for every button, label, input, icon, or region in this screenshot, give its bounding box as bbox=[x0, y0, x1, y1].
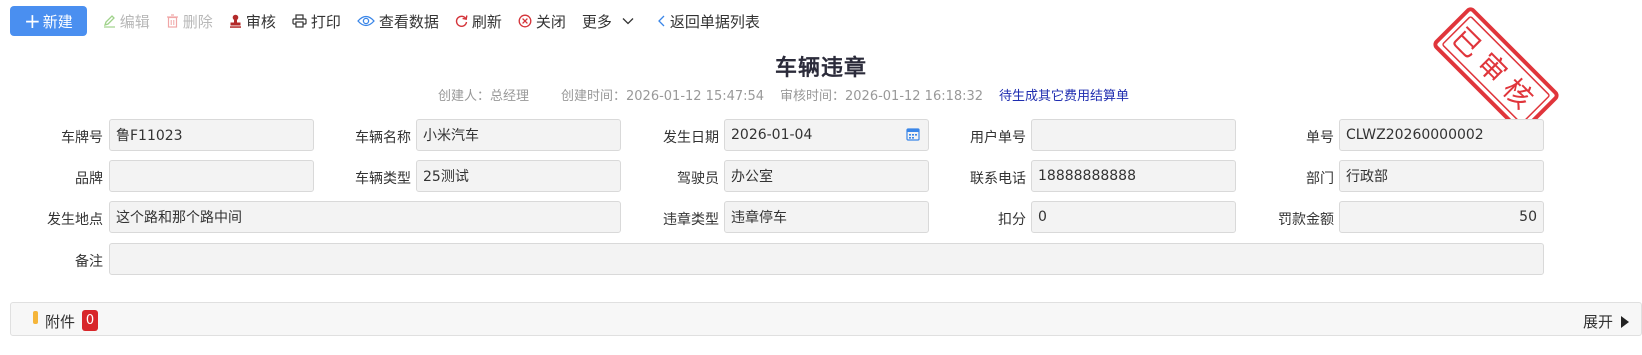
eye-icon bbox=[356, 15, 375, 27]
user-no-field[interactable] bbox=[1031, 119, 1236, 151]
refresh-icon bbox=[455, 14, 468, 28]
attachments-marker bbox=[33, 311, 38, 324]
plate-field[interactable]: 鲁F11023 bbox=[109, 119, 314, 151]
plus-icon: + bbox=[24, 9, 41, 33]
violation-type-label: 违章类型 bbox=[663, 212, 719, 228]
pending-status-link[interactable]: 待生成其它费用结算单 bbox=[999, 85, 1129, 104]
close-button-label: 关闭 bbox=[535, 12, 566, 31]
back-to-list-link[interactable]: 返回单据列表 bbox=[656, 11, 760, 32]
vehicle-name-field[interactable]: 小米汽车 bbox=[416, 119, 621, 151]
trash-icon bbox=[166, 14, 179, 28]
arrow-left-icon bbox=[656, 15, 666, 27]
remark-label: 备注 bbox=[75, 254, 103, 270]
attachments-label: 附件 bbox=[45, 313, 76, 331]
doc-no-label: 单号 bbox=[1306, 130, 1334, 146]
location-field[interactable]: 这个路和那个路中间 bbox=[109, 201, 621, 233]
back-to-list-label: 返回单据列表 bbox=[669, 12, 760, 31]
more-dropdown[interactable]: 更多 bbox=[582, 11, 634, 32]
chevron-down-icon bbox=[622, 17, 634, 25]
points-label: 扣分 bbox=[998, 212, 1026, 228]
vehicle-type-field[interactable]: 25测试 bbox=[416, 160, 621, 192]
print-button-label: 打印 bbox=[310, 12, 341, 31]
expand-label: 展开 bbox=[1582, 313, 1613, 331]
refresh-button-label: 刷新 bbox=[471, 12, 502, 31]
created-time: 创建时间：2026-01-12 15:47:54 bbox=[561, 89, 765, 104]
phone-label: 联系电话 bbox=[970, 171, 1026, 187]
vehicle-type-label: 车辆类型 bbox=[355, 171, 411, 187]
date-field[interactable]: 2026-01-04 bbox=[724, 119, 929, 151]
new-button-label: 新建 bbox=[42, 12, 73, 31]
phone-field[interactable]: 18888888888 bbox=[1031, 160, 1236, 192]
edit-icon bbox=[103, 14, 116, 28]
view-data-button[interactable]: 查看数据 bbox=[356, 11, 439, 32]
audit-button-label: 审核 bbox=[245, 12, 276, 31]
more-dropdown-label: 更多 bbox=[581, 12, 612, 31]
page-title: 车辆违章 bbox=[774, 56, 867, 81]
view-data-button-label: 查看数据 bbox=[378, 12, 439, 31]
audit-button[interactable]: 审核 bbox=[229, 11, 276, 32]
attachments-count-badge: 0 bbox=[82, 310, 98, 331]
department-label: 部门 bbox=[1306, 171, 1334, 187]
doc-no-field[interactable]: CLWZ20260000002 bbox=[1339, 119, 1544, 151]
violation-type-field[interactable]: 违章停车 bbox=[724, 201, 929, 233]
printer-icon bbox=[292, 14, 307, 28]
fine-field[interactable]: 50 bbox=[1339, 201, 1544, 233]
refresh-button[interactable]: 刷新 bbox=[455, 11, 502, 32]
points-field[interactable]: 0 bbox=[1031, 201, 1236, 233]
print-button[interactable]: 打印 bbox=[292, 11, 341, 32]
plate-label: 车牌号 bbox=[61, 130, 103, 146]
toolbar: + 新建 编辑 删除 审核 打印 查看数据 刷新 关闭 更多 返回单据列表 bbox=[10, 6, 760, 36]
user-no-label: 用户单号 bbox=[970, 130, 1026, 146]
caret-right-icon bbox=[1621, 315, 1629, 328]
brand-field[interactable] bbox=[109, 160, 314, 192]
vehicle-name-label: 车辆名称 bbox=[355, 130, 411, 146]
creator-info: 创建人：总经理 bbox=[438, 89, 530, 104]
delete-button-label: 删除 bbox=[182, 12, 213, 31]
driver-label: 驾驶员 bbox=[677, 171, 719, 187]
date-value: 2026-01-04 bbox=[731, 127, 813, 143]
close-circle-icon bbox=[518, 14, 532, 28]
remark-field[interactable] bbox=[109, 243, 1544, 275]
stamp-icon bbox=[229, 14, 242, 28]
audit-time: 审核时间：2026-01-12 16:18:32 bbox=[780, 89, 984, 104]
close-button[interactable]: 关闭 bbox=[518, 11, 566, 32]
expand-toggle[interactable]: 展开 bbox=[1583, 311, 1629, 332]
brand-label: 品牌 bbox=[75, 171, 103, 187]
new-button[interactable]: + 新建 bbox=[10, 6, 87, 36]
calendar-icon[interactable] bbox=[906, 127, 920, 145]
edit-button-label: 编辑 bbox=[119, 12, 150, 31]
driver-field[interactable]: 办公室 bbox=[724, 160, 929, 192]
fine-label: 罚款金额 bbox=[1278, 212, 1334, 228]
delete-button[interactable]: 删除 bbox=[166, 11, 213, 32]
date-label: 发生日期 bbox=[663, 130, 719, 146]
edit-button[interactable]: 编辑 bbox=[103, 11, 150, 32]
department-field[interactable]: 行政部 bbox=[1339, 160, 1544, 192]
attachments-bar: 附件 0 展开 bbox=[10, 302, 1642, 336]
location-label: 发生地点 bbox=[47, 212, 103, 228]
